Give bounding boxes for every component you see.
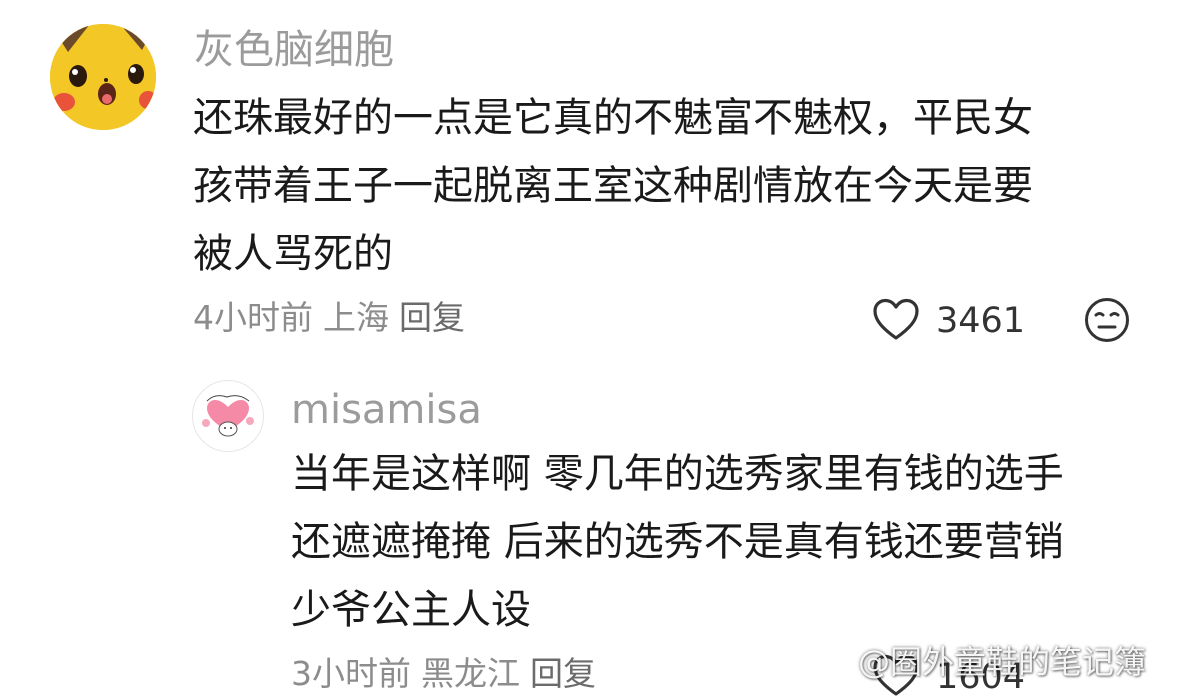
comment-username[interactable]: misamisa (291, 386, 482, 434)
comment-meta: 3小时前 黑龙江 回复 (291, 654, 606, 694)
comment-body-line: 还珠最好的一点是它真的不魅富不魅权，平民女 (193, 95, 1033, 141)
comment-body: 还珠最好的一点是它真的不魅富不魅权，平民女 孩带着王子一起脱离王室这种剧情放在今… (193, 84, 1123, 288)
comment-body-line: 当年是这样啊 零几年的选秀家里有钱的选手 (291, 451, 1064, 497)
user-avatar[interactable] (50, 24, 156, 130)
like-count: 3461 (936, 301, 1026, 341)
reply-button[interactable]: 回复 (399, 298, 465, 337)
comment-body-line: 被人骂死的 (193, 231, 393, 277)
pikachu-avatar-image (50, 24, 156, 130)
comment-body-line: 少爷公主人设 (291, 587, 531, 633)
dislike-face-icon[interactable] (1084, 297, 1130, 343)
comment-meta: 4小时前 上海 回复 (193, 298, 475, 338)
comment-body-line: 还遮遮掩掩 后来的选秀不是真有钱还要营销 (291, 519, 1064, 565)
comment-location: 上海 (323, 298, 389, 337)
comment-username[interactable]: 灰色脑细胞 (194, 26, 394, 74)
heart-icon[interactable] (872, 298, 920, 342)
comment-location: 黑龙江 (421, 654, 520, 693)
pink-heart-bear-avatar-image (202, 395, 254, 437)
comment-body-line: 孩带着王子一起脱离王室这种剧情放在今天是要 (193, 163, 1033, 209)
comment-time: 3小时前 (291, 654, 411, 693)
comment-time: 4小时前 (193, 298, 313, 337)
comment-body: 当年是这样啊 零几年的选秀家里有钱的选手 还遮遮掩掩 后来的选秀不是真有钱还要营… (291, 440, 1141, 644)
reply-button[interactable]: 回复 (530, 654, 596, 693)
watermark: @圈外童鞋的笔记簿 (858, 643, 1147, 681)
user-avatar[interactable] (192, 380, 264, 452)
